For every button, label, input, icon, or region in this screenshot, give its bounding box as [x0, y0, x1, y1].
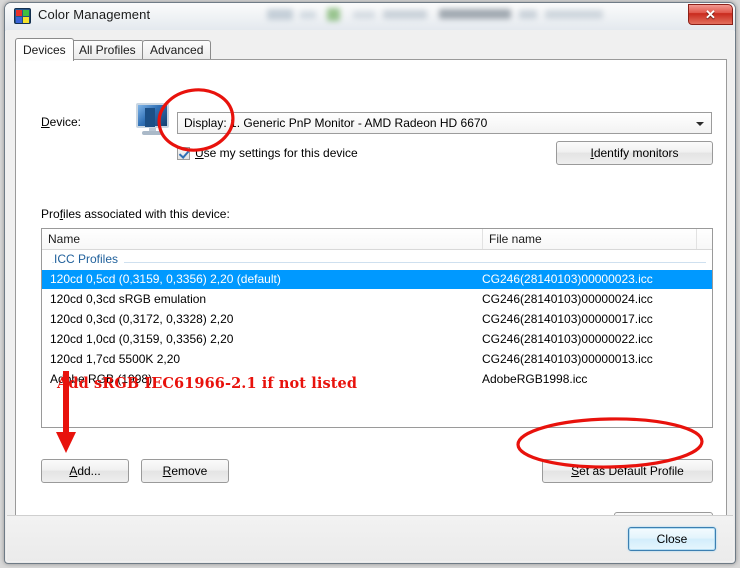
footer-bar: Close [7, 515, 733, 561]
use-my-settings-label: Use my settings for this device [195, 146, 358, 160]
profiles-caption: Profiles associated with this device: [41, 207, 230, 221]
tab-strip: Devices All Profiles Advanced [15, 38, 727, 61]
monitor-icon [132, 103, 174, 137]
title-bar: Color Management ✕ [5, 3, 735, 31]
remove-profile-button[interactable]: Remove [141, 459, 229, 483]
add-profile-label: Add... [69, 464, 101, 478]
profile-file-name: CG246(28140103)00000022.icc [482, 332, 653, 346]
profiles-group-icc: ICC Profiles [42, 250, 712, 269]
table-row[interactable]: 120cd 0,3cd sRGB emulation CG246(2814010… [42, 290, 712, 309]
group-divider [52, 262, 706, 263]
profiles-group-label: ICC Profiles [54, 252, 125, 266]
devices-tab-page: Device: Display: 1. Generic PnP Monitor … [15, 59, 727, 544]
color-management-icon [14, 8, 31, 24]
color-management-window: Color Management ✕ Devices All Profiles … [4, 2, 736, 564]
profile-name: 120cd 0,3cd sRGB emulation [50, 292, 207, 306]
tab-advanced[interactable]: Advanced [142, 40, 212, 60]
client-area: Devices All Profiles Advanced Device: Di… [6, 30, 734, 562]
profile-name: 120cd 1,0cd (0,3159, 0,3356) 2,20 [50, 332, 234, 346]
table-row[interactable]: 120cd 1,0cd (0,3159, 0,3356) 2,20 CG246(… [42, 330, 712, 349]
close-button[interactable]: Close [628, 527, 716, 551]
profile-file-name: AdobeRGB1998.icc [482, 372, 588, 386]
set-as-default-profile-label: Set as Default Profile [571, 464, 684, 478]
profiles-list[interactable]: Name File name ICC Profiles 120cd 0,5cd … [41, 228, 713, 428]
device-label: Device: [41, 115, 82, 129]
close-icon: ✕ [705, 7, 716, 22]
blurred-background-content [267, 3, 667, 27]
profile-file-name: CG246(28140103)00000024.icc [482, 292, 653, 306]
close-button-label: Close [656, 532, 688, 546]
profile-file-name: CG246(28140103)00000023.icc [482, 272, 653, 286]
device-select[interactable]: Display: 1. Generic PnP Monitor - AMD Ra… [177, 112, 712, 134]
device-select-value: Display: 1. Generic PnP Monitor - AMD Ra… [184, 116, 488, 130]
table-row[interactable]: 120cd 0,3cd (0,3172, 0,3328) 2,20 CG246(… [42, 310, 712, 329]
window-title: Color Management [38, 7, 151, 22]
table-row[interactable]: 120cd 0,5cd (0,3159, 0,3356) 2,20 (defau… [42, 270, 712, 289]
profile-file-name: CG246(28140103)00000017.icc [482, 312, 653, 326]
chevron-down-icon [696, 122, 704, 126]
profile-name: 120cd 0,5cd (0,3159, 0,3356) 2,20 (defau… [50, 272, 281, 286]
remove-profile-label: Remove [162, 464, 208, 478]
close-window-button[interactable]: ✕ [688, 4, 733, 25]
profiles-list-header: Name File name [42, 229, 712, 250]
add-profile-button[interactable]: Add... [41, 459, 129, 483]
annotation-note-text: Add sRGB IEC61966-2.1 if not listed [57, 375, 358, 392]
set-as-default-profile-button[interactable]: Set as Default Profile [542, 459, 713, 483]
screenshot-root: Color Management ✕ Devices All Profiles … [0, 0, 740, 568]
identify-monitors-label: Identify monitors [590, 146, 679, 160]
profile-name: 120cd 0,3cd (0,3172, 0,3328) 2,20 [50, 312, 234, 326]
profile-name: 120cd 1,7cd 5500K 2,20 [50, 352, 181, 366]
tab-devices[interactable]: Devices [15, 38, 74, 61]
column-header-extra[interactable] [697, 229, 712, 249]
column-header-name[interactable]: Name [42, 229, 483, 249]
tab-all-profiles[interactable]: All Profiles [71, 40, 144, 60]
use-my-settings-checkbox[interactable] [177, 147, 190, 160]
profile-file-name: CG246(28140103)00000013.icc [482, 352, 653, 366]
column-header-file-name[interactable]: File name [483, 229, 697, 249]
table-row[interactable]: 120cd 1,7cd 5500K 2,20 CG246(28140103)00… [42, 350, 712, 369]
identify-monitors-button[interactable]: Identify monitors [556, 141, 713, 165]
